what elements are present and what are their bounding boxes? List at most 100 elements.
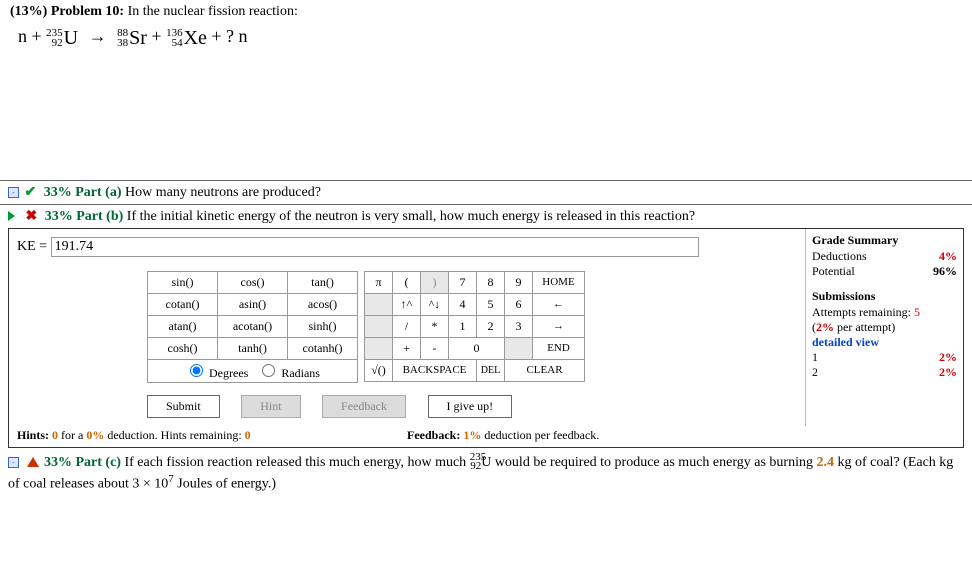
function-keypad: sin() cos() tan() cotan() asin() acos() … [147, 271, 358, 383]
feedback-label: Feedback: [407, 428, 463, 442]
part-a-text: How many neutrons are produced? [125, 185, 321, 200]
key-acos[interactable]: acos() [288, 293, 358, 315]
deductions-value: 4% [939, 249, 957, 264]
problem-header: (13%) Problem 10: In the nuclear fission… [0, 0, 972, 24]
attempt-1-number: 1 [812, 350, 818, 365]
degrees-radio[interactable]: Degrees [185, 366, 248, 380]
plus-sign: + [151, 26, 166, 46]
key-9[interactable]: 9 [505, 271, 533, 293]
neutron-symbol: n [18, 26, 27, 46]
feedback-button[interactable]: Feedback [322, 395, 406, 418]
key-asin[interactable]: asin() [218, 293, 288, 315]
key-2[interactable]: 2 [477, 315, 505, 337]
key-left[interactable]: ← [533, 293, 585, 315]
key-7[interactable]: 7 [449, 271, 477, 293]
key-super[interactable]: ↑^ [393, 293, 421, 315]
key-4[interactable]: 4 [449, 293, 477, 315]
key-cotan[interactable]: cotan() [148, 293, 218, 315]
key-tanh[interactable]: tanh() [218, 337, 288, 359]
radians-label: Radians [281, 366, 320, 380]
answer-input[interactable] [51, 237, 699, 257]
part-c-text-4: Joules of energy.) [174, 477, 276, 492]
key-right[interactable]: → [533, 315, 585, 337]
key-5[interactable]: 5 [477, 293, 505, 315]
grade-title: Grade Summary [812, 233, 957, 248]
giveup-button[interactable]: I give up! [428, 395, 513, 418]
key-atan[interactable]: atan() [148, 315, 218, 337]
attempt-2-deduction: 2% [939, 365, 957, 380]
key-8[interactable]: 8 [477, 271, 505, 293]
work-area: KE = sin() cos() tan() cotan() asin() ac… [8, 228, 964, 448]
answer-label: KE = [17, 239, 51, 254]
key-sub[interactable]: ^↓ [421, 293, 449, 315]
key-sinh[interactable]: sinh() [288, 315, 358, 337]
key-0[interactable]: 0 [449, 337, 505, 359]
element-symbol: U [64, 27, 78, 50]
part-a-header[interactable]: - ✔ 33% Part (a) How many neutrons are p… [0, 180, 972, 204]
radians-radio[interactable]: Radians [257, 366, 320, 380]
key-6[interactable]: 6 [505, 293, 533, 315]
key-plus[interactable]: + [393, 337, 421, 359]
key-clear[interactable]: CLEAR [505, 359, 585, 381]
key-sin[interactable]: sin() [148, 271, 218, 293]
angle-mode-row: Degrees Radians [148, 359, 358, 382]
potential-label: Potential [812, 264, 855, 279]
exponent: 7 [168, 473, 174, 485]
numeric-keypad: π ( ) 7 8 9 HOME ↑^ ^↓ 4 5 6 [364, 271, 585, 382]
part-b-label: 33% Part (b) [45, 209, 124, 224]
expand-icon[interactable] [8, 211, 15, 221]
key-blank [365, 293, 393, 315]
key-home[interactable]: HOME [533, 271, 585, 293]
check-icon: ✔ [25, 185, 37, 200]
key-backspace[interactable]: BACKSPACE [393, 359, 477, 381]
key-acotan[interactable]: acotan() [218, 315, 288, 337]
key-lparen[interactable]: ( [393, 271, 421, 293]
key-cotanh[interactable]: cotanh() [288, 337, 358, 359]
part-b-text: If the initial kinetic energy of the neu… [127, 209, 695, 224]
key-del[interactable]: DEL [477, 359, 505, 381]
collapse-icon[interactable]: - [8, 187, 19, 198]
part-b-header[interactable]: ✖ 33% Part (b) If the initial kinetic en… [0, 204, 972, 228]
key-minus[interactable]: - [421, 337, 449, 359]
key-1[interactable]: 1 [449, 315, 477, 337]
key-divide[interactable]: / [393, 315, 421, 337]
per-attempt-suffix: per attempt) [834, 320, 895, 334]
key-cos[interactable]: cos() [218, 271, 288, 293]
key-blank [365, 315, 393, 337]
part-c-text-1: If each fission reaction released this m… [124, 455, 469, 470]
per-attempt-row: (2% per attempt) [812, 320, 957, 335]
coal-mass: 2.4 [816, 455, 834, 470]
problem-prompt: In the nuclear fission reaction: [124, 4, 298, 19]
key-cosh[interactable]: cosh() [148, 337, 218, 359]
atomic-number: 92 [470, 460, 481, 472]
isotope-U: 23592U [46, 26, 78, 49]
key-tan[interactable]: tan() [288, 271, 358, 293]
detailed-view-link[interactable]: detailed view [812, 335, 957, 350]
key-end[interactable]: END [533, 337, 585, 359]
key-sqrt[interactable]: √() [365, 359, 393, 381]
grade-panel: Grade Summary Deductions4% Potential96% … [805, 229, 963, 426]
isotope-Xe: 13654Xe [166, 26, 207, 49]
attempt-2-number: 2 [812, 365, 818, 380]
key-3[interactable]: 3 [505, 315, 533, 337]
collapse-icon[interactable]: - [8, 457, 19, 468]
part-c-label: 33% Part (c) [44, 455, 121, 470]
hints-remaining: 0 [245, 428, 251, 442]
hint-button[interactable]: Hint [241, 395, 300, 418]
hints-footer: Hints: 0 for a 0% deduction. Hints remai… [9, 426, 963, 447]
submit-button[interactable]: Submit [147, 395, 220, 418]
attempt-1-deduction: 2% [939, 350, 957, 365]
feedback-pct: 1% [463, 428, 481, 442]
part-c-text-2: would be required to produce as much ene… [495, 455, 817, 470]
isotope-U-inline: 23592U [470, 455, 492, 470]
key-pi[interactable]: π [365, 271, 393, 293]
hints-label: Hints: [17, 428, 52, 442]
attempts-row: Attempts remaining: 5 [812, 305, 957, 320]
part-c-header[interactable]: - 33% Part (c) If each fission reaction … [0, 448, 972, 501]
part-a-label: 33% Part (a) [44, 185, 122, 200]
atomic-number: 92 [46, 38, 63, 48]
key-multiply[interactable]: * [421, 315, 449, 337]
fission-equation: n + 23592U → 8838Sr + 13654Xe + ? n [0, 24, 972, 60]
incorrect-icon: ✖ [26, 209, 38, 224]
key-rparen[interactable]: ) [421, 271, 449, 293]
